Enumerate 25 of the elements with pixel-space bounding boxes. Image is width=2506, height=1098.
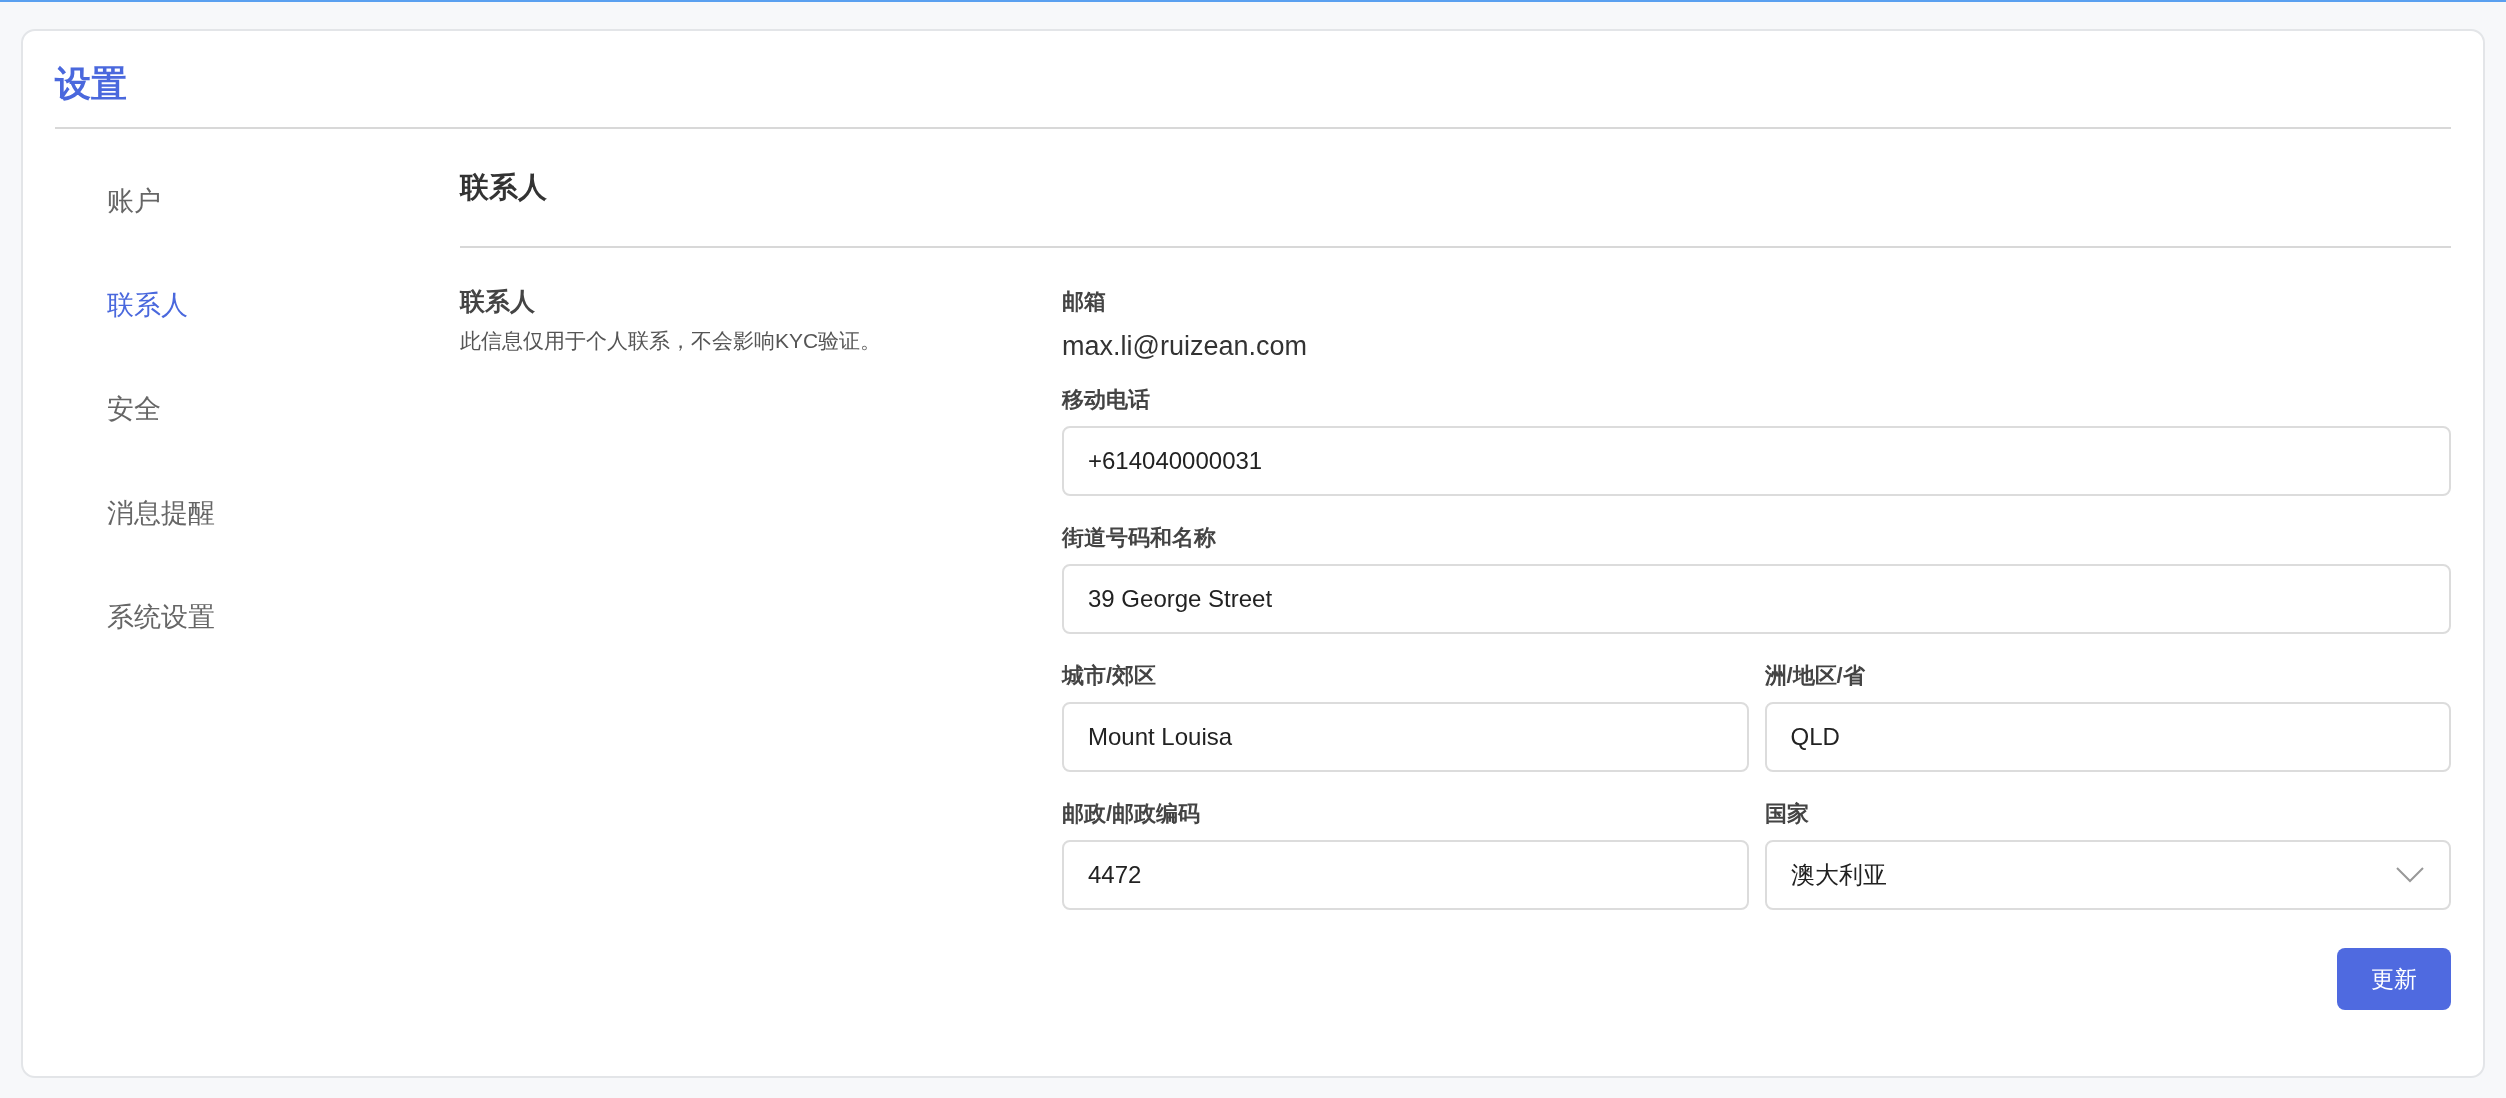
field-label: 邮政/邮政编码 bbox=[1062, 800, 1202, 828]
section-heading: 联系人 bbox=[460, 169, 547, 205]
chevron-down-icon bbox=[2395, 866, 2425, 884]
page-title: 设置 bbox=[55, 63, 127, 104]
sidebar-item[interactable]: 系统设置 bbox=[107, 597, 215, 637]
sidebar-item[interactable]: 账户 bbox=[107, 181, 161, 221]
description-text: 此信息仅用于个人联系，不会影响KYC验证。 bbox=[460, 328, 882, 354]
input-field[interactable]: 39 George Street bbox=[1062, 564, 2451, 634]
email-value: max.li@ruizean.com bbox=[1062, 330, 1307, 363]
field-label: 移动电话 bbox=[1062, 386, 1151, 414]
field-label: 城市/郊区 bbox=[1062, 662, 1158, 690]
update-button[interactable]: 更新 bbox=[2337, 948, 2451, 1010]
sidebar-item[interactable]: 联系人 bbox=[107, 285, 188, 325]
input-field[interactable]: 4472 bbox=[1062, 840, 1749, 910]
subsection-title: 联系人 bbox=[460, 286, 535, 317]
input-field[interactable]: +614040000031 bbox=[1062, 426, 2451, 496]
field-label: 洲/地区/省 bbox=[1764, 662, 1866, 690]
country-select[interactable]: 澳大利亚 bbox=[1764, 840, 2451, 910]
input-field[interactable]: Mount Louisa bbox=[1062, 702, 1749, 772]
sidebar-item[interactable]: 安全 bbox=[107, 389, 161, 429]
field-label: 街道号码和名称 bbox=[1062, 524, 1217, 552]
sidebar-item[interactable]: 消息提醒 bbox=[107, 493, 215, 533]
email-label: 邮箱 bbox=[1062, 288, 1106, 316]
field-label: 国家 bbox=[1764, 800, 1810, 828]
input-field[interactable]: QLD bbox=[1764, 702, 2451, 772]
